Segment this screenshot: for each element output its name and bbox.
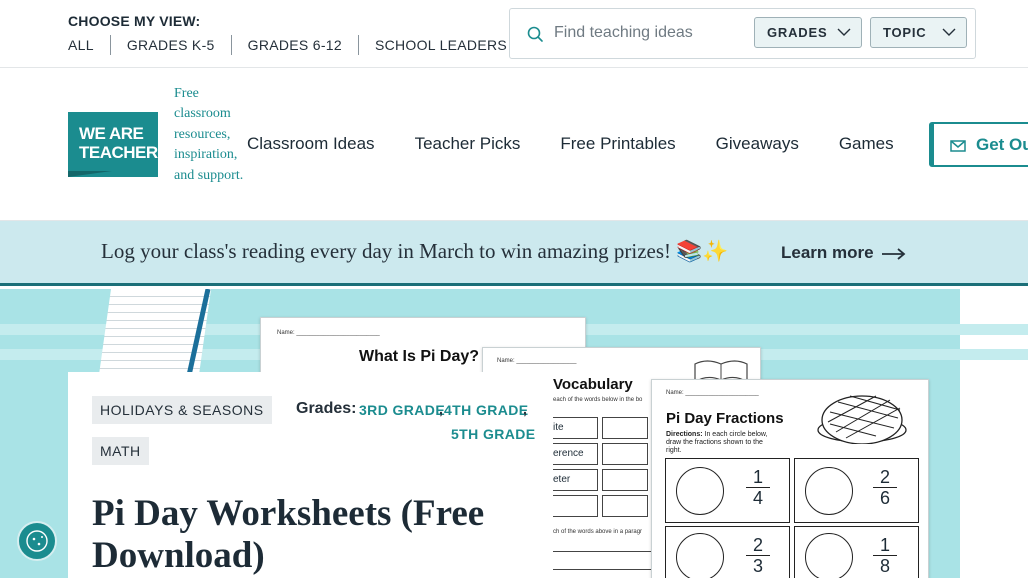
promo-banner-text: Log your class's reading every day in Ma… [101,239,729,263]
fraction: 26 [873,467,897,508]
search-box: GRADES TOPIC [509,8,976,59]
newsletter-button[interactable]: Get Our [929,122,1028,167]
worksheet-pi-day-fractions: Name: ______________________ Pi Day Frac… [651,379,929,578]
tag-holidays-seasons[interactable]: HOLIDAYS & SEASONS [92,396,272,424]
nav-classroom-ideas[interactable]: Classroom Ideas [247,134,375,154]
fraction-circle [805,533,853,578]
worksheet-directions: Directions: In each circle below, draw t… [666,431,776,455]
top-bar: CHOOSE MY VIEW: ALL GRADES K-5 GRADES 6-… [0,0,1028,68]
logo-line-1: WE ARE [79,124,144,143]
fraction-numerator: 2 [879,467,890,487]
grade-link-4th[interactable]: 4TH GRADE [444,402,529,418]
we-are-teachers-logo[interactable]: WE ARE TEACHERS [68,112,169,177]
search-icon[interactable] [526,25,544,43]
grade-link-3rd[interactable]: 3RD GRADE [359,402,445,418]
choose-view-title: CHOOSE MY VIEW: [68,13,201,29]
topic-select[interactable]: TOPIC [870,17,967,48]
fraction-numerator: 1 [879,535,890,555]
worksheet-instructions: each of the words below in the bo [553,397,643,403]
fraction-cell: 26 [794,458,919,523]
view-links: ALL GRADES K-5 GRADES 6-12 SCHOOL LEADER… [68,35,523,55]
directions-label: Directions: [666,431,703,438]
fraction-cell: 14 [665,458,790,523]
chevron-down-icon [837,28,851,36]
worksheet-title: Pi Day Fractions [666,410,784,427]
vocab-answer-box [602,417,648,439]
vocab-answer-box [602,443,648,465]
mail-icon [950,139,966,152]
grades-select-label: GRADES [767,25,828,40]
grade-separator: , [523,401,528,417]
fraction-circle [805,467,853,515]
fraction-denominator: 6 [873,487,897,508]
main-nav: Classroom Ideas Teacher Picks Free Print… [247,134,934,154]
view-link-grades-6-12[interactable]: GRADES 6-12 [230,35,358,55]
fraction: 14 [746,467,770,508]
article-title: Pi Day Worksheets (Free Download) [92,493,485,576]
view-link-grades-k5[interactable]: GRADES K-5 [109,35,231,55]
article-card: HOLIDAYS & SEASONS MATH Grades: 3RD GRAD… [68,372,553,578]
grade-separator: , [439,401,444,417]
worksheet-title: What Is Pi Day? [359,348,480,365]
site-tagline: Free classroom resources, inspiration, a… [174,86,244,183]
learn-more-link[interactable]: Learn more [781,243,906,263]
nav-teacher-picks[interactable]: Teacher Picks [415,134,521,154]
fraction-numerator: 1 [752,467,763,487]
fraction-cell: 23 [665,526,790,578]
nav-free-printables[interactable]: Free Printables [560,134,675,154]
view-link-all[interactable]: ALL [68,35,110,55]
grade-link-5th[interactable]: 5TH GRADE [451,426,536,442]
pie-icon [817,395,907,444]
vocab-word-box: ite [553,417,598,439]
fraction-denominator: 8 [873,555,897,576]
newsletter-button-label: Get Our [976,135,1028,154]
vocab-word-box: erence [553,443,598,465]
search-input[interactable] [554,19,744,47]
fraction: 23 [746,535,770,576]
worksheet-title: Vocabulary [553,376,633,393]
hero-image: Name: _________________________ What Is … [0,289,1028,578]
fraction-denominator: 3 [746,555,770,576]
vocab-word-box [553,495,598,517]
nav-games[interactable]: Games [839,134,894,154]
view-link-school-leaders[interactable]: SCHOOL LEADERS [357,35,523,55]
write-line [553,551,653,552]
worksheet-name-line: Name: __________________ [497,358,577,364]
fraction: 18 [873,535,897,576]
nav-giveaways[interactable]: Giveaways [716,134,799,154]
vocab-answer-box [602,495,648,517]
worksheet-name-line: Name: ______________________ [666,390,759,396]
worksheet-name-line: Name: _________________________ [277,330,380,336]
tag-math[interactable]: MATH [92,437,149,465]
cookie-settings-button[interactable] [17,521,57,561]
promo-banner: Log your class's reading every day in Ma… [0,221,1028,286]
learn-more-label: Learn more [781,243,874,262]
write-line [553,569,653,570]
fraction-denominator: 4 [746,487,770,508]
worksheet-vocabulary-visible: Vocabulary each of the words below in th… [553,373,653,578]
logo-line-2: TEACHERS [79,143,169,162]
arrow-right-icon [881,247,905,260]
fraction-circle [676,533,724,578]
fraction-cell: 18 [794,526,919,578]
fraction-numerator: 2 [752,535,763,555]
chevron-down-icon [942,28,956,36]
cookie-icon [26,530,48,552]
vocab-word-box: eter [553,469,598,491]
site-header: WE ARE TEACHERS Free classroom resources… [0,68,1028,221]
fraction-circle [676,467,724,515]
worksheet-footer-instructions: ch of the words above in a paragr [553,529,643,535]
vocab-answer-box [602,469,648,491]
logo-tail [68,171,112,177]
grades-select[interactable]: GRADES [754,17,862,48]
topic-select-label: TOPIC [883,25,927,40]
grades-label: Grades: [296,400,357,417]
